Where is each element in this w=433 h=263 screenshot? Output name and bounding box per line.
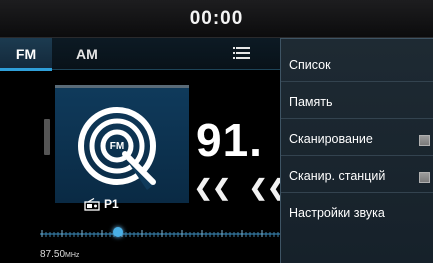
frequency-number: 87.50 — [40, 249, 66, 260]
tab-am[interactable]: AM — [76, 38, 108, 70]
artwork-text: FM — [110, 141, 124, 152]
menu-item-memory[interactable]: Память — [281, 82, 433, 119]
list-menu-icon[interactable] — [233, 47, 250, 61]
scale-ticks — [41, 230, 279, 237]
skip-back-button[interactable]: ❮❮ — [194, 175, 231, 201]
menu-item-station-scan[interactable]: Сканир. станций — [281, 156, 433, 193]
frequency-readout: 87.50MHz — [40, 249, 79, 260]
clock: 00:00 — [189, 8, 244, 29]
tuning-scale[interactable] — [40, 227, 280, 241]
tab-fm[interactable]: FM — [0, 38, 52, 71]
artwork-scroll-handle[interactable] — [44, 119, 50, 155]
menu-item-scan[interactable]: Сканирование — [281, 119, 433, 156]
frequency-unit: MHz — [65, 252, 80, 259]
station-scan-checkbox[interactable] — [419, 172, 430, 183]
radio-preset-icon — [84, 198, 100, 211]
menu-item-label: Настройки звука — [289, 206, 385, 220]
options-popup: Список Память Сканирование Сканир. станц… — [280, 38, 433, 263]
frequency-display: 91. — [196, 114, 263, 166]
menu-item-list[interactable]: Список — [281, 45, 433, 82]
menu-item-label: Память — [289, 95, 333, 109]
band-tabs: FM AM — [0, 38, 280, 71]
scan-checkbox[interactable] — [419, 135, 430, 146]
status-bar: 00:00 — [0, 0, 433, 38]
tuning-marker[interactable] — [113, 227, 123, 237]
menu-item-label: Список — [289, 58, 331, 72]
station-artwork: FM — [55, 85, 189, 203]
skip-back-icon: ❮❮ — [194, 175, 231, 200]
fm-radio-icon: FM — [78, 107, 156, 190]
radio-main: FM P1 91. ❮❮ ❮❮ 87.50MHz — [0, 71, 286, 263]
menu-item-sound-settings[interactable]: Настройки звука — [281, 193, 433, 230]
preset-label: P1 — [104, 197, 119, 211]
menu-item-label: Сканирование — [289, 132, 373, 146]
preset-indicator: P1 — [84, 197, 119, 211]
menu-item-label: Сканир. станций — [289, 169, 386, 183]
